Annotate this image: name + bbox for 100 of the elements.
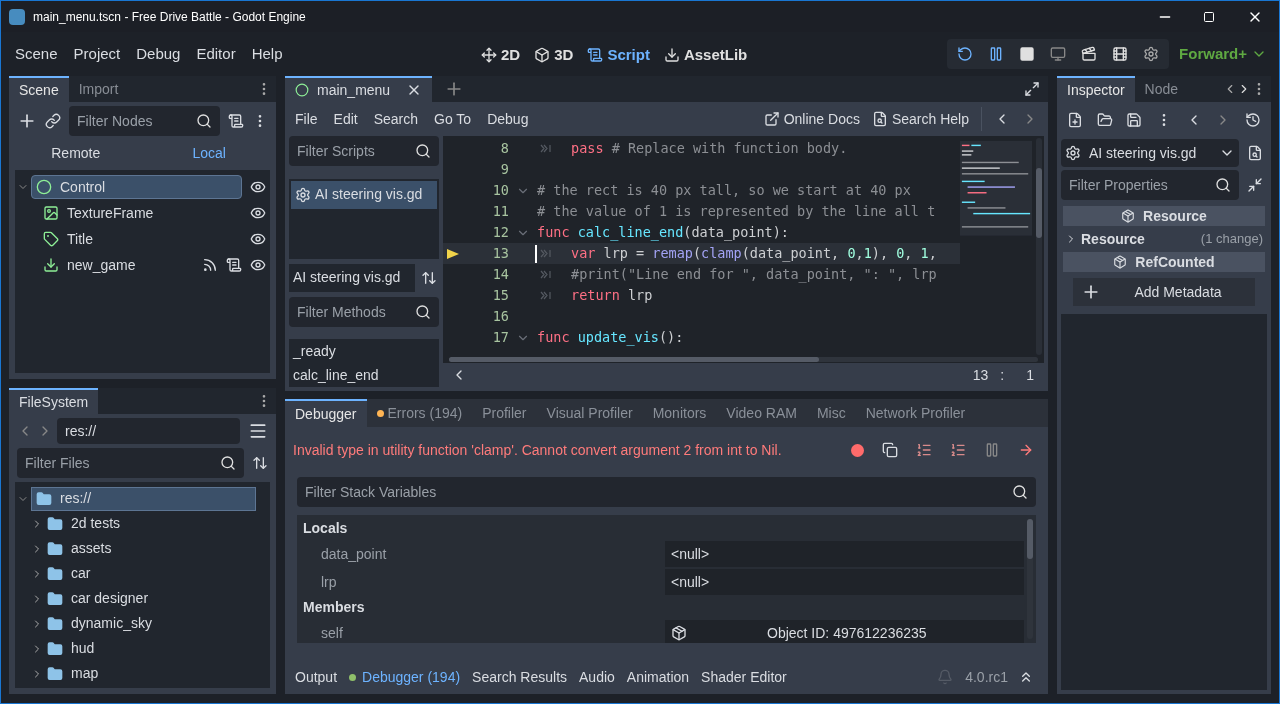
workspace-tab[interactable]: 3D: [534, 44, 574, 67]
menu-item[interactable]: Editor: [188, 42, 244, 66]
menu-item[interactable]: Scene: [7, 42, 66, 66]
editor-tab[interactable]: main_menu: [285, 76, 433, 102]
reload-icon[interactable]: [957, 46, 974, 62]
code-line: #print("Line end for ", data_point, ": ", lrp: [571, 265, 937, 285]
filter-field[interactable]: Filter Properties: [1061, 170, 1239, 200]
step-into-icon[interactable]: [916, 442, 932, 458]
bottom-tab[interactable]: Search Results: [466, 666, 574, 688]
pause-icon[interactable]: [984, 442, 1000, 458]
continue-icon[interactable]: [1018, 442, 1034, 458]
menu-item[interactable]: Edit: [325, 108, 366, 130]
stop-icon[interactable]: [1019, 46, 1036, 62]
object-selector[interactable]: AI steering vis.gd: [1061, 139, 1239, 167]
bottom-tab[interactable]: Debugger (194): [343, 666, 467, 688]
debugger-tab[interactable]: Debugger: [285, 399, 367, 427]
tree-item[interactable]: assets: [47, 538, 112, 559]
method-item[interactable]: calc_line_end: [289, 363, 439, 387]
menu-item[interactable]: Debug: [128, 42, 189, 66]
search-help-link[interactable]: Search Help: [871, 108, 969, 130]
copy-icon[interactable]: [882, 442, 898, 458]
debugger-tab[interactable]: Misc: [806, 399, 856, 427]
scrollbar-thumb[interactable]: [449, 356, 819, 362]
history-icon[interactable]: [1244, 112, 1261, 128]
tree-item[interactable]: Control: [31, 175, 242, 199]
debugger-tab[interactable]: Network Profiler: [855, 399, 976, 427]
filter-field[interactable]: Filter Methods: [289, 296, 439, 327]
tree-item[interactable]: new_game: [39, 253, 202, 277]
menu-item[interactable]: Debug: [479, 108, 537, 130]
debugger-tab[interactable]: Errors (194): [366, 399, 473, 427]
property-group[interactable]: Resource: [1081, 228, 1145, 250]
folder-icon[interactable]: [1096, 112, 1113, 128]
tree-item[interactable]: 2d tests: [47, 513, 121, 534]
bottom-tab[interactable]: Audio: [573, 666, 621, 688]
debugger-tab[interactable]: Video RAM: [716, 399, 807, 427]
dock-tab[interactable]: Inspector: [1057, 76, 1135, 102]
tree-item[interactable]: res://: [31, 486, 256, 511]
debugger-tab[interactable]: Monitors: [642, 399, 717, 427]
filter-field[interactable]: Filter Nodes: [69, 106, 220, 136]
workspace-tab[interactable]: Script: [587, 44, 650, 67]
maximize-icon[interactable]: [1203, 10, 1215, 23]
link-icon[interactable]: [45, 113, 61, 129]
scrollbar-thumb[interactable]: [1027, 519, 1033, 559]
step-over-icon[interactable]: [950, 442, 966, 458]
monitor-icon[interactable]: [1050, 46, 1067, 62]
workspace-tab[interactable]: 2D: [481, 44, 521, 67]
dock-tab[interactable]: Import: [68, 76, 129, 102]
eye-icon[interactable]: [250, 231, 266, 247]
mode-toggle[interactable]: Local: [142, 142, 276, 164]
scrollbar-thumb[interactable]: [1036, 168, 1042, 238]
dock-tab[interactable]: Node: [1134, 76, 1189, 102]
tree-item[interactable]: Title: [39, 227, 250, 251]
menu-item[interactable]: Search: [365, 108, 427, 130]
variable-value: <null>: [665, 569, 1024, 595]
film-icon[interactable]: [1112, 46, 1129, 62]
tree-item[interactable]: car: [47, 563, 91, 584]
renderer-dropdown[interactable]: Forward+: [1179, 42, 1273, 66]
eye-icon[interactable]: [250, 179, 266, 195]
add-metadata-button[interactable]: Add Metadata: [1073, 278, 1255, 306]
bottom-tab[interactable]: Animation: [620, 666, 696, 688]
debugger-tab[interactable]: Profiler: [472, 399, 537, 427]
menu-item[interactable]: Help: [243, 42, 291, 66]
tree-item[interactable]: TextureFrame: [39, 201, 250, 225]
gear-icon[interactable]: [1143, 46, 1160, 62]
script-add-icon[interactable]: [228, 113, 244, 129]
method-item[interactable]: _ready: [289, 339, 439, 363]
list-view-icon[interactable]: [248, 421, 268, 441]
eye-icon[interactable]: [250, 257, 266, 273]
menu-item[interactable]: Go To: [426, 108, 480, 130]
fullscreen-icon[interactable]: [1024, 81, 1040, 97]
new-file-icon[interactable]: [1067, 112, 1083, 128]
tree-item[interactable]: dynamic_sky: [47, 613, 152, 634]
sort-icon[interactable]: [252, 455, 268, 471]
filter-field[interactable]: Filter Scripts: [289, 136, 439, 166]
dock-tab[interactable]: Scene: [9, 76, 69, 102]
filter-field[interactable]: Filter Files: [17, 448, 244, 478]
workspace-tab[interactable]: AssetLib: [663, 44, 748, 67]
doc-search-icon[interactable]: [1247, 145, 1263, 161]
path-field[interactable]: res://: [57, 418, 240, 444]
tree-item[interactable]: hud: [47, 638, 95, 659]
tree-item[interactable]: map: [47, 663, 99, 684]
sort-icon[interactable]: [421, 269, 437, 286]
online-docs-link[interactable]: Online Docs: [763, 108, 860, 130]
filter-field[interactable]: Filter Stack Variables: [297, 477, 1036, 507]
bottom-tab[interactable]: Output: [289, 666, 344, 688]
menu-item[interactable]: Project: [65, 42, 129, 66]
script-item[interactable]: AI steering vis.gd: [291, 180, 437, 209]
signal-icon[interactable]: [202, 257, 218, 273]
tree-item[interactable]: car designer: [47, 588, 149, 609]
filter-options-icon[interactable]: [1247, 177, 1263, 193]
script-icon[interactable]: [226, 257, 242, 273]
mode-toggle[interactable]: Remote: [9, 142, 143, 164]
clapperboard-icon[interactable]: [1081, 46, 1098, 62]
record-icon[interactable]: [851, 443, 864, 457]
save-icon[interactable]: [1126, 112, 1143, 128]
menu-item[interactable]: File: [287, 108, 326, 130]
bottom-tab[interactable]: Shader Editor: [695, 666, 793, 688]
eye-icon[interactable]: [250, 205, 266, 221]
debugger-tab[interactable]: Visual Profiler: [536, 399, 643, 427]
dock-tab[interactable]: FileSystem: [9, 388, 99, 414]
